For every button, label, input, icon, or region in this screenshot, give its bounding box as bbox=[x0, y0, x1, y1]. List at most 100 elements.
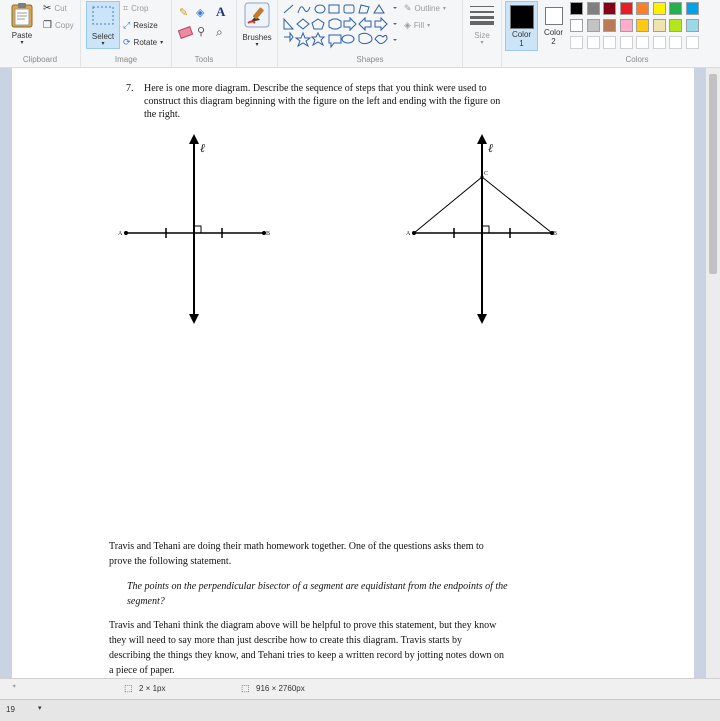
brushes-dropdown-icon[interactable]: ▾ bbox=[241, 42, 273, 48]
color-swatch[interactable] bbox=[652, 19, 666, 32]
fill-bucket-icon: ◈ bbox=[196, 7, 205, 19]
color-swatch[interactable] bbox=[619, 19, 633, 32]
cut-button[interactable]: ✂ Cut bbox=[43, 3, 67, 14]
clipboard-icon bbox=[11, 3, 33, 28]
image-group: Select ▾ ⌗ Crop ⤢ Resize ⟳ Rotate ▾ Imag… bbox=[81, 0, 172, 67]
figure-isosceles-triangle bbox=[412, 134, 554, 324]
color-swatch[interactable] bbox=[603, 2, 616, 15]
color-swatch[interactable] bbox=[586, 2, 600, 15]
color2-number: 2 bbox=[551, 37, 556, 46]
fill-button[interactable]: ◈ Fill ▾ bbox=[404, 20, 430, 31]
color-swatch[interactable] bbox=[669, 19, 682, 32]
copy-label: Copy bbox=[54, 21, 74, 30]
magnifier-tool[interactable]: ⌕ bbox=[216, 25, 223, 40]
crop-label: Crop bbox=[131, 4, 149, 13]
color-swatch[interactable] bbox=[685, 2, 699, 15]
left-line-label: ℓ bbox=[200, 141, 205, 155]
brushes-button[interactable]: Brushes ▾ bbox=[241, 2, 273, 48]
size-button[interactable]: Size ▾ bbox=[468, 4, 496, 46]
custom-color-swatch[interactable] bbox=[636, 36, 649, 49]
figure-perpendicular-bisector bbox=[124, 134, 266, 324]
paste-dropdown-icon[interactable]: ▾ bbox=[6, 40, 38, 46]
size-group: Size ▾ bbox=[463, 0, 502, 67]
crop-icon: ⌗ bbox=[123, 3, 129, 13]
custom-color-swatch[interactable] bbox=[603, 36, 616, 49]
scrollbar-thumb[interactable] bbox=[709, 74, 717, 274]
rotate-label: Rotate bbox=[133, 38, 158, 47]
select-label: Select bbox=[91, 32, 115, 41]
cursor-icon: ⁺ bbox=[12, 683, 17, 692]
color2-swatch bbox=[544, 7, 563, 25]
selection-size-icon: ⬚ bbox=[124, 683, 133, 693]
brushes-group: Brushes ▾ bbox=[237, 0, 278, 67]
tools-group-label: Tools bbox=[194, 55, 214, 64]
paragraph-2-line-3: describing the things they know, and Teh… bbox=[109, 650, 505, 661]
resize-button[interactable]: ⤢ Resize bbox=[123, 20, 158, 31]
fill-tool[interactable]: ◈ bbox=[196, 6, 204, 19]
scissors-icon: ✂ bbox=[43, 3, 52, 14]
question-7-number: 7. bbox=[126, 83, 134, 94]
right-point-a-label: A bbox=[406, 231, 411, 237]
color-swatch[interactable] bbox=[685, 19, 699, 32]
select-button[interactable]: Select ▾ bbox=[86, 1, 120, 49]
outline-button[interactable]: ✎ Outline ▾ bbox=[404, 3, 446, 14]
color-swatch[interactable] bbox=[586, 19, 600, 32]
shapes-group-label: Shapes bbox=[356, 55, 384, 64]
text-tool[interactable]: A bbox=[216, 4, 225, 20]
color-swatch[interactable] bbox=[636, 19, 649, 32]
vertical-scrollbar[interactable] bbox=[706, 68, 720, 678]
quote-line-1: The points on the perpendicular bisector… bbox=[127, 581, 508, 592]
color-swatch[interactable] bbox=[619, 2, 633, 15]
custom-color-swatch[interactable] bbox=[586, 36, 600, 49]
left-point-a-label: A bbox=[118, 231, 123, 237]
shapes-group: ✎ Outline ▾ ◈ Fill ▾ Shapes bbox=[278, 0, 463, 67]
canvas-area[interactable]: 7. Here is one more diagram. Describe th… bbox=[0, 68, 720, 678]
color-swatch[interactable] bbox=[570, 19, 583, 32]
taskbar: 19 ▾ bbox=[0, 699, 720, 721]
magnifier-icon: ⌕ bbox=[216, 25, 223, 39]
question-7-line-3: the right. bbox=[144, 109, 181, 120]
select-dropdown-icon[interactable]: ▾ bbox=[87, 41, 119, 47]
custom-color-swatch[interactable] bbox=[669, 36, 682, 49]
color-swatch[interactable] bbox=[669, 2, 682, 15]
size-label: Size bbox=[474, 31, 490, 40]
color-swatch[interactable] bbox=[603, 19, 616, 32]
question-7-line-1: Here is one more diagram. Describe the s… bbox=[144, 83, 487, 94]
custom-color-swatch[interactable] bbox=[685, 36, 699, 49]
right-line-label: ℓ bbox=[488, 141, 493, 155]
eraser-tool[interactable] bbox=[177, 26, 194, 39]
outline-label: Outline bbox=[414, 4, 440, 13]
color-swatch[interactable] bbox=[652, 2, 666, 15]
custom-color-swatch[interactable] bbox=[570, 36, 583, 49]
color1-button[interactable]: Color 1 bbox=[505, 1, 538, 51]
paste-button[interactable]: Paste ▾ bbox=[6, 2, 38, 46]
color2-button[interactable]: Color 2 bbox=[538, 1, 569, 49]
pencil-tool[interactable]: ✎ bbox=[179, 6, 188, 19]
color1-swatch bbox=[509, 5, 534, 29]
copy-button[interactable]: ❐ Copy bbox=[43, 20, 74, 31]
custom-color-swatch[interactable] bbox=[652, 36, 666, 49]
paragraph-2-line-2: they will need to say more than just des… bbox=[109, 635, 462, 646]
shapes-gallery[interactable] bbox=[282, 3, 400, 49]
image-canvas[interactable]: 7. Here is one more diagram. Describe th… bbox=[12, 68, 694, 678]
select-rectangle-icon bbox=[92, 6, 114, 25]
colors-group: Colors bbox=[567, 0, 707, 67]
ribbon: Paste ▾ ✂ Cut ❐ Copy Clipboard Select ▾ … bbox=[0, 0, 720, 68]
color-picker-tool[interactable]: ⚲ bbox=[197, 25, 205, 38]
image-group-label: Image bbox=[114, 55, 138, 64]
rotate-button[interactable]: ⟳ Rotate ▾ bbox=[123, 37, 163, 48]
left-point-b-label: B bbox=[266, 231, 271, 237]
right-point-c-label: C bbox=[484, 171, 489, 177]
rotate-dropdown-icon[interactable]: ▾ bbox=[160, 39, 163, 46]
custom-color-swatch[interactable] bbox=[619, 36, 633, 49]
crop-button[interactable]: ⌗ Crop bbox=[123, 3, 148, 14]
color-swatch[interactable] bbox=[570, 2, 583, 15]
taskbar-chevron-icon[interactable]: ▾ bbox=[38, 704, 42, 712]
copy-icon: ❐ bbox=[43, 20, 52, 31]
right-point-b-label: B bbox=[553, 231, 558, 237]
brush-icon bbox=[244, 2, 270, 28]
resize-label: Resize bbox=[133, 21, 158, 30]
clipboard-group: Paste ▾ ✂ Cut ❐ Copy Clipboard bbox=[0, 0, 81, 67]
color-swatch[interactable] bbox=[636, 2, 649, 15]
colors-group-label: Colors bbox=[625, 55, 649, 64]
